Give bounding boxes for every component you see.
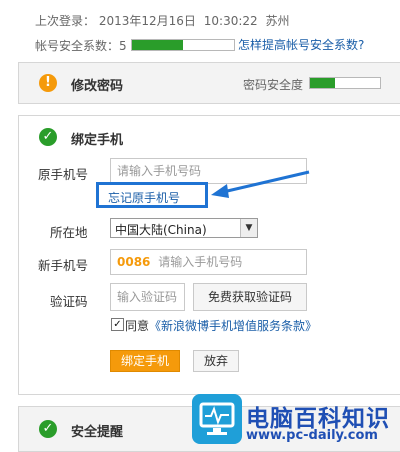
last-login-time: 10:30:22 — [203, 14, 258, 28]
country-code-prefix: 0086 — [117, 255, 151, 269]
security-row: 帐号安全系数：5 — [35, 37, 127, 54]
terms-link[interactable]: 《新浪微博手机增值服务条款》 — [149, 319, 317, 333]
get-code-button[interactable]: 免费获取验证码 — [193, 283, 307, 311]
password-strength-label: 密码安全度 — [243, 78, 304, 92]
check-circle-icon: ✓ — [39, 420, 57, 438]
monitor-icon — [199, 402, 235, 435]
security-bar-fill — [132, 40, 183, 50]
security-value: 5 — [119, 39, 127, 53]
bind-phone-title: 绑定手机 — [71, 133, 124, 148]
verification-code-input[interactable]: 输入验证码 — [110, 283, 185, 311]
last-login-row: 上次登录： 2013年12月16日 10:30:22 苏州 — [35, 12, 290, 29]
annotation-arrow-icon — [211, 170, 310, 198]
new-phone-placeholder: 请输入手机号码 — [158, 255, 243, 269]
cancel-button[interactable]: 放弃 — [193, 350, 239, 372]
last-login-city: 苏州 — [265, 14, 290, 28]
code-label: 验证码 — [50, 294, 88, 309]
agree-text: 同意《新浪微博手机增值服务条款》 — [125, 317, 317, 334]
new-phone-label: 新手机号 — [38, 258, 89, 273]
location-label: 所在地 — [50, 225, 88, 240]
bind-phone-button[interactable]: 绑定手机 — [110, 350, 180, 372]
old-phone-label: 原手机号 — [38, 167, 89, 182]
forgot-old-phone-link[interactable]: 忘记原手机号 — [108, 189, 180, 206]
password-strength-bar — [309, 77, 381, 89]
last-login-date: 2013年12月16日 — [98, 14, 196, 28]
security-bar — [131, 39, 235, 51]
last-login-label: 上次登录： — [35, 14, 96, 28]
warning-icon: ! — [39, 74, 57, 92]
improve-security-link[interactable]: 怎样提高帐号安全系数? — [238, 36, 364, 53]
watermark-url: www.pc-daily.com — [246, 428, 378, 443]
logo-icon — [192, 394, 242, 444]
security-label: 帐号安全系数： — [35, 39, 120, 53]
location-value: 中国大陆(China) — [115, 223, 207, 237]
change-password-title: 修改密码 — [71, 79, 124, 94]
change-password-panel[interactable]: ! 修改密码 密码安全度 — [18, 62, 400, 104]
new-phone-input[interactable]: 0086 请输入手机号码 — [110, 249, 307, 275]
chevron-down-icon[interactable]: ▼ — [240, 219, 257, 237]
security-alert-title: 安全提醒 — [71, 425, 124, 440]
location-select[interactable]: 中国大陆(China) ▼ — [110, 218, 258, 238]
agree-checkbox[interactable]: ✓ — [111, 318, 124, 331]
check-circle-icon: ✓ — [39, 128, 57, 146]
password-strength-fill — [310, 78, 335, 88]
agree-prefix: 同意 — [125, 319, 150, 333]
